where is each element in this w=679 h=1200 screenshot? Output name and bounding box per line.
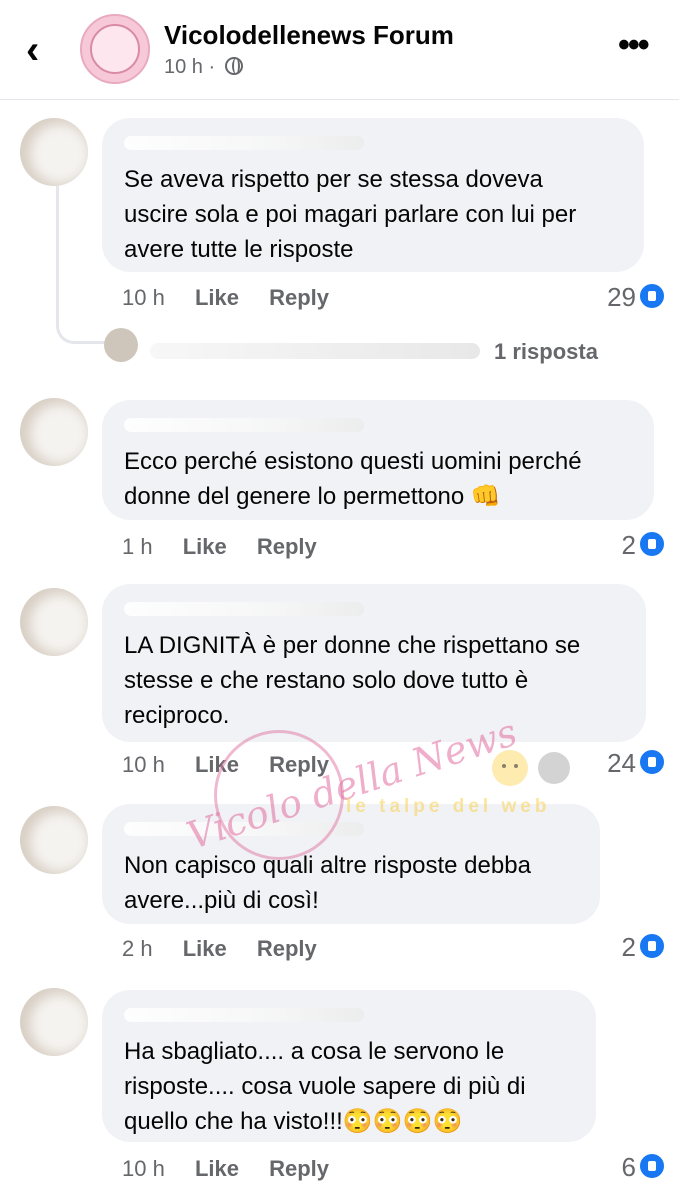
comment-text: Se aveva rispetto per se stessa doveva u… [124, 166, 577, 263]
comment-author-redacted[interactable] [124, 598, 364, 618]
commenter-avatar[interactable] [20, 118, 88, 186]
reply-avatar [104, 328, 138, 362]
reply-button[interactable]: Reply [269, 1156, 329, 1181]
like-reaction-icon [638, 1152, 666, 1180]
post-header: ‹ Vicolodellenews Forum 10 h · ••• [0, 0, 679, 100]
reaction-count[interactable]: 2 [560, 932, 666, 963]
reply-button[interactable]: Reply [257, 534, 317, 559]
comment-bubble: LA DIGNITÀ è per donne che rispettano se… [102, 584, 646, 742]
comment-text: LA DIGNITÀ è per donne che rispettano se… [124, 632, 581, 729]
comment-time: 10 h [122, 1156, 165, 1181]
comment-bubble: Non capisco quali altre risposte debba a… [102, 804, 600, 924]
comment-actions: 1 h Like Reply [122, 534, 341, 560]
like-reaction-icon [638, 530, 666, 558]
comment-time: 10 h [122, 285, 165, 310]
commenter-avatar[interactable] [20, 806, 88, 874]
post-meta: 10 h · [164, 56, 243, 79]
reply-button[interactable]: Reply [257, 936, 317, 961]
comment-time: 10 h [122, 752, 165, 777]
like-reaction-icon [638, 932, 666, 960]
like-button[interactable]: Like [195, 285, 239, 310]
comment-bubble: Se aveva rispetto per se stessa doveva u… [102, 118, 644, 272]
back-button[interactable]: ‹ [26, 30, 56, 70]
like-button[interactable]: Like [195, 1156, 239, 1181]
comment-author-redacted[interactable] [124, 414, 364, 434]
comment-actions: 10 h Like Reply [122, 285, 353, 311]
comment-author-redacted[interactable] [124, 1004, 364, 1024]
comment-bubble: Ha sbagliato.... a cosa le servono le ri… [102, 990, 596, 1142]
comment-actions: 2 h Like Reply [122, 936, 341, 962]
reaction-count[interactable]: 6 [560, 1152, 666, 1183]
reaction-count[interactable]: 2 [560, 530, 666, 561]
reply-author-redacted [150, 343, 480, 359]
commenter-avatar[interactable] [20, 398, 88, 466]
like-reaction-icon [638, 748, 666, 776]
comment-time: 1 h [122, 534, 153, 559]
comment-bubble: Ecco perché esistono questi uomini perch… [102, 400, 654, 520]
globe-icon [224, 57, 243, 75]
like-reaction-icon [638, 282, 666, 310]
comment-time: 2 h [122, 936, 153, 961]
view-replies-link[interactable]: 1 risposta [150, 339, 598, 365]
comment-text: Ecco perché esistono questi uomini perch… [124, 448, 582, 510]
comment-actions: 10 h Like Reply [122, 1156, 353, 1182]
comment-text: Non capisco quali altre risposte debba a… [124, 852, 531, 914]
commenter-avatar[interactable] [20, 988, 88, 1056]
page-name[interactable]: Vicolodellenews Forum [164, 20, 454, 51]
more-options-button[interactable]: ••• [618, 28, 650, 62]
comment-text: Ha sbagliato.... a cosa le servono le ri… [124, 1038, 526, 1135]
page-avatar[interactable] [80, 14, 150, 84]
commenter-avatar[interactable] [20, 588, 88, 656]
watermark-subtext: le talpe del web [346, 796, 551, 817]
like-button[interactable]: Like [183, 534, 227, 559]
watermark-characters-icon [492, 750, 570, 786]
post-time: 10 h [164, 56, 203, 78]
comment-author-redacted[interactable] [124, 132, 364, 152]
reply-button[interactable]: Reply [269, 285, 329, 310]
reaction-count[interactable]: 29 [560, 282, 666, 313]
like-button[interactable]: Like [183, 936, 227, 961]
thread-connector [56, 186, 112, 344]
